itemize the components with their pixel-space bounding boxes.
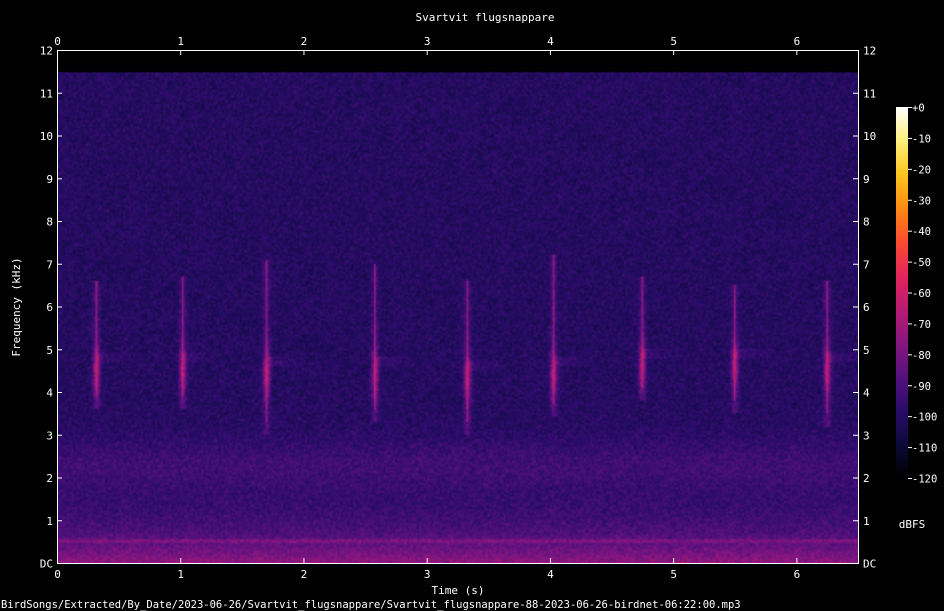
x-tick-label-bottom: 0 bbox=[54, 568, 61, 581]
x-tick-label-top: 0 bbox=[54, 35, 61, 48]
x-tick-label-top: 6 bbox=[794, 35, 801, 48]
y-tick-label-right: 9 bbox=[863, 173, 870, 186]
colorbar-tick-label: +0 bbox=[912, 103, 925, 115]
y-tick-label-left: 3 bbox=[46, 429, 53, 442]
y-tick-label-right: 6 bbox=[863, 301, 870, 314]
x-tick-label-top: 4 bbox=[547, 35, 554, 48]
x-tick-label-bottom: 4 bbox=[547, 568, 554, 581]
y-tick-label-right: 11 bbox=[863, 87, 876, 100]
y-tick-label-right: 1 bbox=[863, 515, 870, 528]
colorbar-tick-label: -50 bbox=[912, 257, 931, 269]
colorbar-ticks: +0 -10 -20 -30 -40 -50 -60 -70 -80 -90 -100 -110 -12… bbox=[908, 103, 937, 486]
x-tick-label-bottom: 6 bbox=[794, 568, 801, 581]
y-tick-label-right: 5 bbox=[863, 344, 870, 357]
y-tick-label-left: DC bbox=[40, 558, 53, 571]
y-tick-label-right: 7 bbox=[863, 258, 870, 271]
y-tick-label-left: 12 bbox=[40, 45, 53, 58]
spectrogram-raster bbox=[57, 50, 858, 563]
colorbar-tick-label: -20 bbox=[912, 164, 931, 176]
y-tick-label-right: 10 bbox=[863, 130, 876, 143]
y-tick-label-left: 10 bbox=[40, 130, 53, 143]
y-axis-label: Frequency (kHz) bbox=[10, 257, 23, 356]
x-tick-label-bottom: 2 bbox=[301, 568, 308, 581]
y-tick-label-right: 3 bbox=[863, 429, 870, 442]
colorbar-tick-label: -120 bbox=[912, 474, 937, 486]
x-tick-label-bottom: 3 bbox=[424, 568, 431, 581]
y-tick-label-left: 8 bbox=[46, 216, 53, 229]
y-tick-label-left: 9 bbox=[46, 173, 53, 186]
colorbar-tick-label: -80 bbox=[912, 350, 931, 362]
x-tick-label-top: 5 bbox=[670, 35, 677, 48]
x-tick-label-top: 2 bbox=[301, 35, 308, 48]
y-tick-label-left: 6 bbox=[46, 301, 53, 314]
y-tick-label-right: 2 bbox=[863, 472, 870, 485]
spectrogram-image bbox=[57, 50, 858, 563]
y-tick-label-left: 2 bbox=[46, 472, 53, 485]
colorbar-tick-label: -30 bbox=[912, 195, 931, 207]
y-tick-label-right: 12 bbox=[863, 45, 876, 58]
colorbar-tick-label: -110 bbox=[912, 443, 937, 455]
colorbar-tick-label: -40 bbox=[912, 226, 931, 238]
colorbar-tick-label: -90 bbox=[912, 381, 931, 393]
colorbar bbox=[896, 107, 908, 478]
colorbar-tick-label: -10 bbox=[912, 133, 931, 145]
x-axis-label: Time (s) bbox=[432, 584, 485, 597]
x-tick-label-top: 3 bbox=[424, 35, 431, 48]
y-tick-label-left: 5 bbox=[46, 344, 53, 357]
colorbar-tick-label: -100 bbox=[912, 412, 937, 424]
colorbar-tick-label: -60 bbox=[912, 288, 931, 300]
y-tick-label-left: 7 bbox=[46, 258, 53, 271]
y-tick-label-left: 1 bbox=[46, 515, 53, 528]
x-tick-label-bottom: 1 bbox=[177, 568, 184, 581]
y-tick-label-left: 11 bbox=[40, 87, 53, 100]
y-tick-label-left: 4 bbox=[46, 387, 53, 400]
file-path-footer: BirdSongs/Extracted/By_Date/2023-06-26/S… bbox=[1, 599, 741, 611]
x-tick-label-top: 1 bbox=[177, 35, 184, 48]
spectrogram-chart: Svartvit flugsnappare 0123456 0123456 DC… bbox=[1, 11, 937, 611]
y-tick-label-right: 4 bbox=[863, 387, 870, 400]
chart-title: Svartvit flugsnappare bbox=[415, 11, 554, 24]
y-tick-label-right: 8 bbox=[863, 216, 870, 229]
colorbar-unit-label: dBFS bbox=[899, 518, 926, 531]
y-tick-label-right: DC bbox=[863, 558, 876, 571]
colorbar-tick-label: -70 bbox=[912, 319, 931, 331]
x-tick-label-bottom: 5 bbox=[670, 568, 677, 581]
